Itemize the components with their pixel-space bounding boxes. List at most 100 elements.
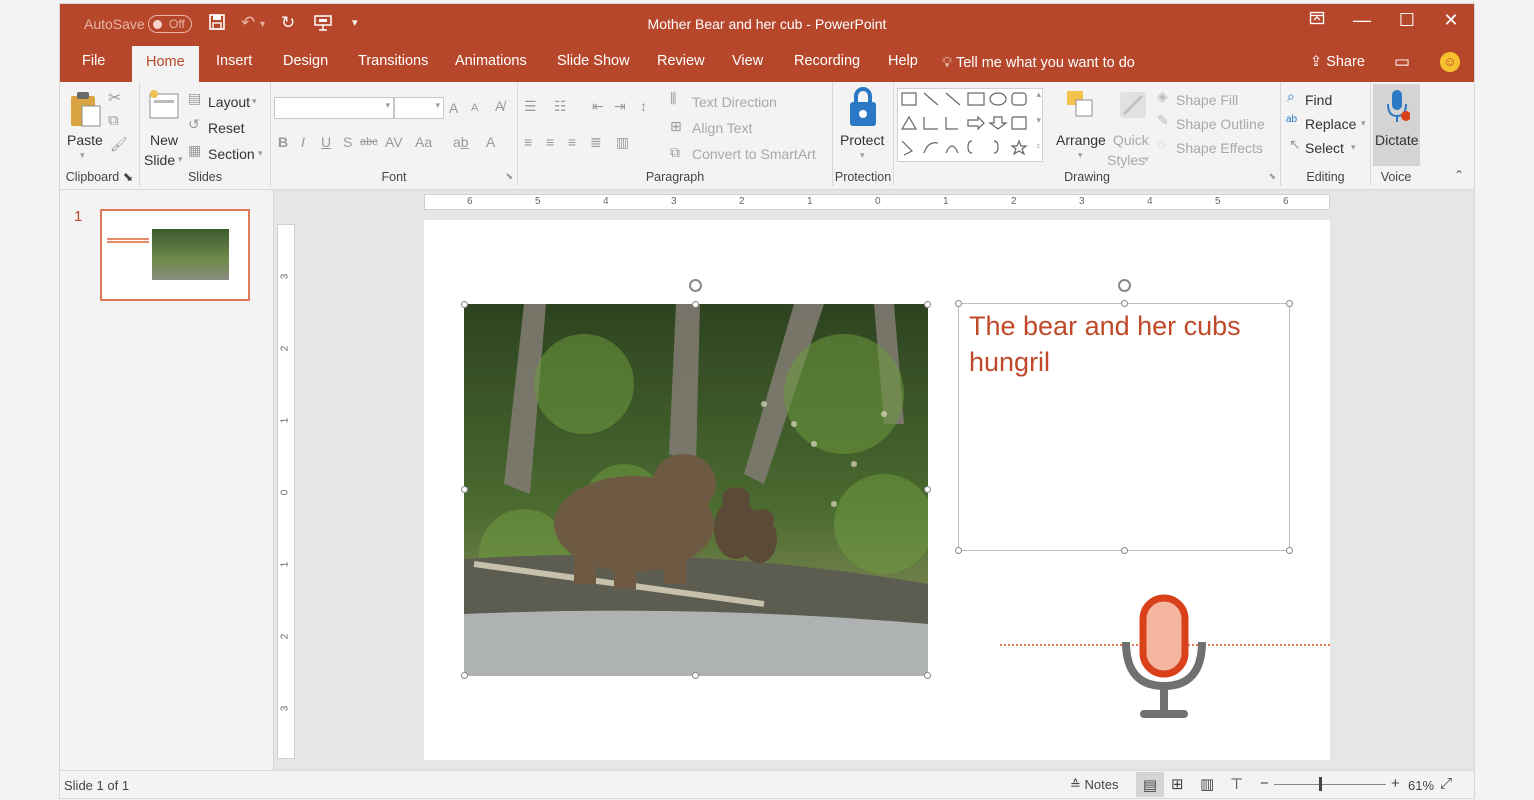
- quick-styles-icon[interactable]: [1116, 88, 1150, 122]
- tell-me-box[interactable]: 💡︎ Tell me what you want to do: [942, 55, 1135, 71]
- textbox-resize-handle[interactable]: [1121, 547, 1128, 554]
- section-button[interactable]: Section: [208, 146, 255, 162]
- photo-resize-handle[interactable]: [692, 301, 699, 308]
- maximize-icon[interactable]: ☐: [1392, 10, 1422, 31]
- title-textbox[interactable]: The bear and her cubs hungril: [958, 303, 1290, 551]
- tab-design[interactable]: Design: [283, 53, 328, 69]
- shapes-gallery[interactable]: ▴ ▾ ⩡: [897, 88, 1043, 162]
- protect-button[interactable]: Protect: [840, 132, 884, 148]
- arrange-dropdown-icon[interactable]: ▾: [1078, 150, 1083, 161]
- shape-effects-button[interactable]: Shape Effects: [1176, 140, 1263, 156]
- photo-resize-handle[interactable]: [461, 486, 468, 493]
- fit-to-window-icon[interactable]: ⤢: [1440, 775, 1452, 792]
- layout-button[interactable]: Layout: [208, 94, 250, 110]
- paste-dropdown-icon[interactable]: ▾: [80, 150, 85, 161]
- quick-styles-dropdown-icon[interactable]: ▾: [1144, 154, 1149, 165]
- clear-formatting-icon[interactable]: A̸: [495, 98, 504, 114]
- photo-resize-handle[interactable]: [924, 301, 931, 308]
- character-spacing-icon[interactable]: AV: [385, 134, 403, 150]
- font-name-combobox[interactable]: ▾: [274, 97, 394, 119]
- clipboard-launcher-icon[interactable]: ⬊: [123, 170, 133, 184]
- quick-styles-label-1[interactable]: Quick: [1113, 132, 1149, 148]
- collapse-ribbon-icon[interactable]: ⌃: [1454, 168, 1464, 182]
- align-right-icon[interactable]: ≡: [568, 134, 576, 150]
- feedback-smiley-icon[interactable]: ☺: [1440, 52, 1460, 72]
- new-slide-label-2[interactable]: Slide: [144, 152, 175, 168]
- zoom-in-icon[interactable]: +: [1391, 775, 1400, 792]
- reset-button[interactable]: Reset: [208, 120, 245, 136]
- gallery-down-icon[interactable]: ▾: [1036, 115, 1041, 126]
- photo-rotate-handle[interactable]: [689, 279, 702, 292]
- tab-file[interactable]: File: [82, 53, 105, 69]
- columns-icon[interactable]: ▥: [616, 134, 629, 151]
- zoom-slider[interactable]: [1274, 777, 1386, 791]
- select-button[interactable]: Select: [1305, 140, 1344, 156]
- photo-resize-handle[interactable]: [461, 672, 468, 679]
- arrange-icon[interactable]: [1064, 88, 1098, 122]
- photo-resize-handle[interactable]: [692, 672, 699, 679]
- slide-thumbnail[interactable]: [100, 209, 250, 301]
- new-slide-dropdown-icon[interactable]: ▾: [178, 154, 183, 165]
- photo-resize-handle[interactable]: [461, 301, 468, 308]
- convert-smartart-button[interactable]: Convert to SmartArt: [692, 146, 816, 162]
- paste-button[interactable]: Paste: [67, 132, 103, 148]
- underline-icon[interactable]: U: [321, 134, 331, 150]
- notes-button[interactable]: ≙ Notes: [1070, 777, 1119, 793]
- shrink-font-icon[interactable]: A: [471, 102, 478, 114]
- font-launcher-icon[interactable]: ⬊: [505, 171, 513, 182]
- protect-icon[interactable]: [846, 86, 880, 126]
- strikethrough-icon[interactable]: abc: [360, 136, 378, 148]
- align-center-icon[interactable]: ≡: [546, 134, 554, 150]
- copy-icon[interactable]: ⧉: [108, 112, 119, 129]
- numbering-icon[interactable]: ☷: [554, 98, 567, 115]
- cut-icon[interactable]: ✂: [108, 88, 121, 108]
- change-case-icon[interactable]: Aa: [415, 134, 432, 150]
- layout-dropdown-icon[interactable]: ▾: [252, 96, 257, 107]
- font-name-dropdown-icon[interactable]: ▾: [385, 100, 390, 111]
- shape-outline-button[interactable]: Shape Outline: [1176, 116, 1265, 132]
- zoom-slider-thumb[interactable]: [1318, 777, 1322, 791]
- arrange-button[interactable]: Arrange: [1056, 132, 1106, 148]
- zoom-out-icon[interactable]: −: [1260, 775, 1269, 792]
- align-text-button[interactable]: Align Text: [692, 120, 752, 136]
- decrease-indent-icon[interactable]: ⇤: [592, 98, 604, 115]
- format-painter-icon[interactable]: 🖌︎: [110, 136, 128, 153]
- minimize-icon[interactable]: —: [1347, 10, 1377, 31]
- replace-button[interactable]: Replace: [1305, 116, 1356, 132]
- paste-icon[interactable]: [68, 90, 102, 127]
- section-dropdown-icon[interactable]: ▾: [258, 148, 263, 159]
- textbox-resize-handle[interactable]: [1121, 300, 1128, 307]
- share-button[interactable]: ⇪ Share: [1310, 54, 1365, 70]
- bold-icon[interactable]: B: [278, 134, 288, 150]
- slide-sorter-icon[interactable]: ⊞: [1171, 775, 1184, 793]
- font-color-icon[interactable]: A: [486, 134, 495, 150]
- close-icon[interactable]: ✕: [1436, 10, 1466, 31]
- textbox-resize-handle[interactable]: [1286, 547, 1293, 554]
- find-button[interactable]: Find: [1305, 92, 1332, 108]
- textbox-resize-handle[interactable]: [955, 300, 962, 307]
- new-slide-label-1[interactable]: New: [150, 132, 178, 148]
- normal-view-icon[interactable]: ▤: [1136, 772, 1164, 797]
- textbox-resize-handle[interactable]: [955, 547, 962, 554]
- tab-help[interactable]: Help: [888, 53, 918, 69]
- textbox-text[interactable]: The bear and her cubs hungril: [969, 308, 1279, 380]
- photo-resize-handle[interactable]: [924, 672, 931, 679]
- line-spacing-icon[interactable]: ↕: [640, 98, 647, 114]
- gallery-more-icon[interactable]: ⩡: [1036, 141, 1041, 152]
- align-left-icon[interactable]: ≡: [524, 134, 532, 150]
- tab-recording[interactable]: Recording: [794, 53, 860, 69]
- protect-dropdown-icon[interactable]: ▾: [860, 150, 865, 161]
- textbox-rotate-handle[interactable]: [1118, 279, 1131, 292]
- font-size-combobox[interactable]: ▾: [394, 97, 444, 119]
- bear-photo[interactable]: [464, 304, 928, 676]
- italic-icon[interactable]: I: [301, 134, 305, 150]
- quick-styles-label-2[interactable]: Styles: [1107, 152, 1145, 168]
- tab-slide-show[interactable]: Slide Show: [557, 53, 630, 69]
- ribbon-display-icon[interactable]: [1302, 10, 1332, 31]
- tab-insert[interactable]: Insert: [216, 53, 252, 69]
- tab-home[interactable]: Home: [132, 46, 199, 82]
- tab-transitions[interactable]: Transitions: [358, 53, 428, 69]
- tab-review[interactable]: Review: [657, 53, 705, 69]
- zoom-level[interactable]: 61%: [1408, 778, 1434, 793]
- justify-icon[interactable]: ≣: [590, 134, 602, 151]
